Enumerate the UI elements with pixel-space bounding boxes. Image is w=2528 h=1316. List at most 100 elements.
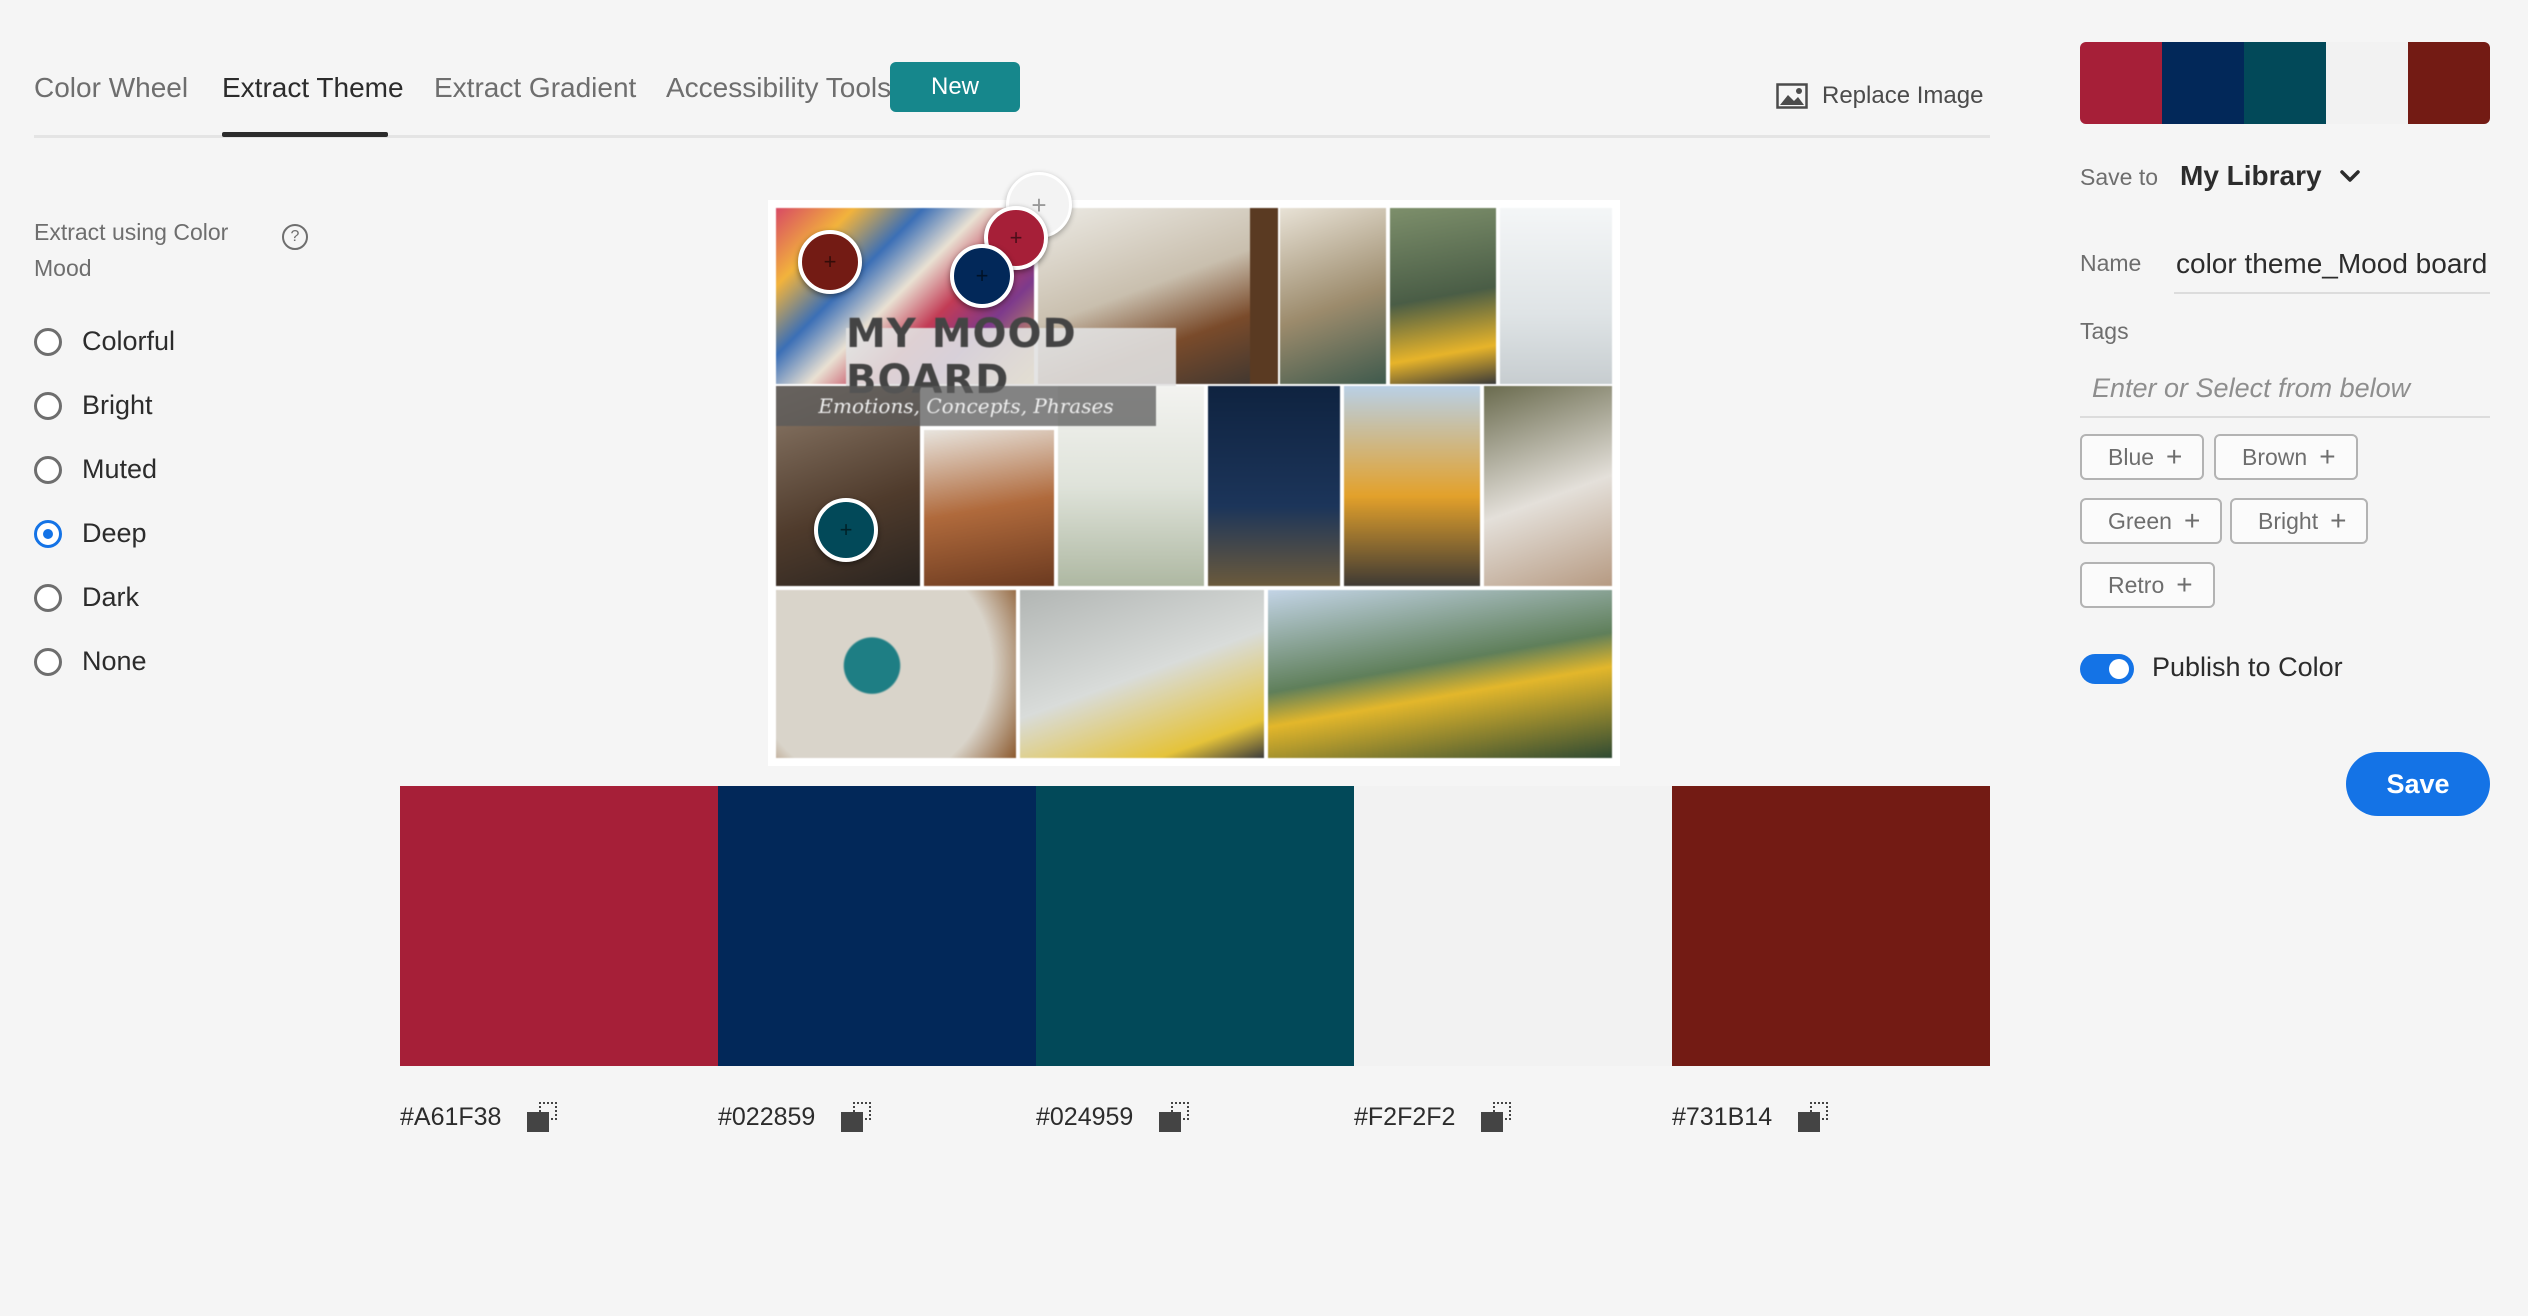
mood-option-none[interactable]: None	[34, 646, 147, 677]
swatch-hex-row: #022859	[718, 1102, 875, 1132]
hex-value: #022859	[718, 1102, 816, 1131]
plus-icon: +	[2176, 569, 2193, 600]
theme-preview-palette	[2080, 42, 2490, 124]
replace-image-label: Replace Image	[1822, 82, 1984, 109]
tag-label: Green	[2108, 507, 2172, 534]
photo-night-sky	[1208, 386, 1340, 586]
swatch[interactable]	[1354, 786, 1672, 1066]
mood-option-label: Muted	[82, 454, 158, 484]
preview-swatch	[2080, 42, 2162, 124]
copy-icon[interactable]	[1481, 1102, 1515, 1132]
tag-label: Retro	[2108, 571, 2165, 598]
library-dropdown[interactable]: My Library	[2180, 160, 2360, 192]
radio-icon[interactable]	[34, 327, 62, 356]
swatch-hex-row: #A61F38	[400, 1102, 561, 1132]
hex-value: #024959	[1036, 1102, 1134, 1131]
library-value: My Library	[2180, 160, 2322, 191]
photo-book	[1280, 208, 1386, 384]
copy-icon[interactable]	[527, 1102, 561, 1132]
color-picker-handle[interactable]: +	[798, 230, 862, 294]
swatch[interactable]	[400, 786, 718, 1066]
photo-rider	[1390, 208, 1496, 384]
copy-icon[interactable]	[841, 1102, 875, 1132]
color-swatches	[400, 786, 1990, 1066]
tag-suggestion-brown[interactable]: Brown +	[2214, 434, 2358, 480]
photo-sofa	[924, 430, 1054, 586]
tab-accessibility-tools[interactable]: Accessibility Tools	[666, 72, 891, 104]
preview-swatch	[2244, 42, 2326, 124]
tag-suggestion-retro[interactable]: Retro +	[2080, 562, 2215, 608]
theme-name-input[interactable]	[2174, 236, 2490, 294]
tag-label: Blue	[2108, 443, 2155, 470]
mood-board-image[interactable]: MY MOOD BOARD Emotions, Concepts, Phrase…	[768, 172, 1620, 766]
replace-image-button[interactable]: Replace Image	[1776, 82, 1983, 110]
hex-value: #A61F38	[400, 1102, 502, 1131]
swatch[interactable]	[1672, 786, 1990, 1066]
mood-option-label: Deep	[82, 518, 147, 548]
mood-board-subtitle: Emotions, Concepts, Phrases	[776, 386, 1156, 426]
swatch-hex-row: #F2F2F2	[1354, 1102, 1515, 1132]
photo-chairs	[1020, 590, 1264, 758]
hex-value: #731B14	[1672, 1102, 1773, 1131]
swatch[interactable]	[1036, 786, 1354, 1066]
plus-icon: +	[2183, 505, 2201, 536]
image-icon	[1776, 83, 1808, 109]
radio-icon[interactable]	[34, 391, 62, 420]
tag-suggestion-bright[interactable]: Bright +	[2230, 498, 2369, 544]
copy-icon[interactable]	[1159, 1102, 1193, 1132]
publish-label: Publish to Color	[2152, 652, 2343, 682]
mood-board-title: MY MOOD BOARD	[846, 311, 1176, 403]
publish-toggle[interactable]	[2080, 654, 2134, 684]
mood-option-label: Dark	[82, 582, 140, 612]
mood-option-muted[interactable]: Muted	[34, 454, 157, 485]
tag-suggestion-blue[interactable]: Blue +	[2080, 434, 2205, 480]
swatch-hex-row: #024959	[1036, 1102, 1193, 1132]
color-mood-label: Extract using Color Mood	[34, 219, 229, 281]
mood-option-label: None	[82, 646, 147, 676]
copy-icon[interactable]	[1798, 1102, 1832, 1132]
mood-option-deep[interactable]: Deep	[34, 518, 147, 549]
mood-board-collage: MY MOOD BOARD Emotions, Concepts, Phrase…	[776, 208, 1612, 758]
photo-notebook	[1484, 386, 1612, 586]
tab-extract-gradient[interactable]: Extract Gradient	[434, 72, 636, 104]
tag-label: Bright	[2258, 507, 2319, 534]
photo-snow	[1500, 208, 1612, 384]
swatch-hex-row: #731B14	[1672, 1102, 1832, 1132]
mood-option-dark[interactable]: Dark	[34, 582, 139, 613]
tab-color-wheel[interactable]: Color Wheel	[34, 72, 188, 104]
color-picker-handle[interactable]: +	[950, 244, 1014, 308]
tab-bar: Color Wheel Extract Theme Extract Gradie…	[34, 56, 1990, 138]
mood-option-label: Bright	[82, 390, 153, 420]
photo-coffee	[776, 590, 1016, 758]
radio-selected-icon[interactable]	[34, 519, 62, 548]
chevron-down-icon	[2339, 170, 2360, 182]
new-badge: New	[890, 62, 1020, 112]
photo-shelf	[1250, 208, 1278, 384]
preview-swatch	[2326, 42, 2408, 124]
plus-icon: +	[2166, 441, 2183, 472]
save-to-label: Save to	[2080, 164, 2158, 190]
name-label: Name	[2080, 250, 2142, 276]
tab-extract-theme[interactable]: Extract Theme	[222, 72, 404, 104]
swatch[interactable]	[718, 786, 1036, 1066]
preview-swatch	[2162, 42, 2244, 124]
tags-input[interactable]	[2080, 360, 2490, 418]
mood-option-colorful[interactable]: Colorful	[34, 326, 175, 357]
radio-icon[interactable]	[34, 583, 62, 612]
plus-icon: +	[2319, 441, 2336, 472]
mood-option-label: Colorful	[82, 326, 176, 356]
tags-label: Tags	[2080, 318, 2129, 344]
color-picker-handle[interactable]: +	[814, 498, 878, 562]
tag-label: Brown	[2242, 443, 2308, 470]
photo-birdhouses	[1268, 590, 1612, 758]
preview-swatch	[2408, 42, 2490, 124]
tag-suggestion-green[interactable]: Green +	[2080, 498, 2223, 544]
active-tab-indicator	[222, 132, 388, 137]
radio-icon[interactable]	[34, 455, 62, 484]
radio-icon[interactable]	[34, 647, 62, 676]
save-button[interactable]: Save	[2346, 752, 2490, 816]
mood-option-bright[interactable]: Bright	[34, 390, 153, 421]
help-icon[interactable]: ?	[282, 224, 308, 250]
hex-value: #F2F2F2	[1354, 1102, 1456, 1131]
photo-house	[1344, 386, 1480, 586]
